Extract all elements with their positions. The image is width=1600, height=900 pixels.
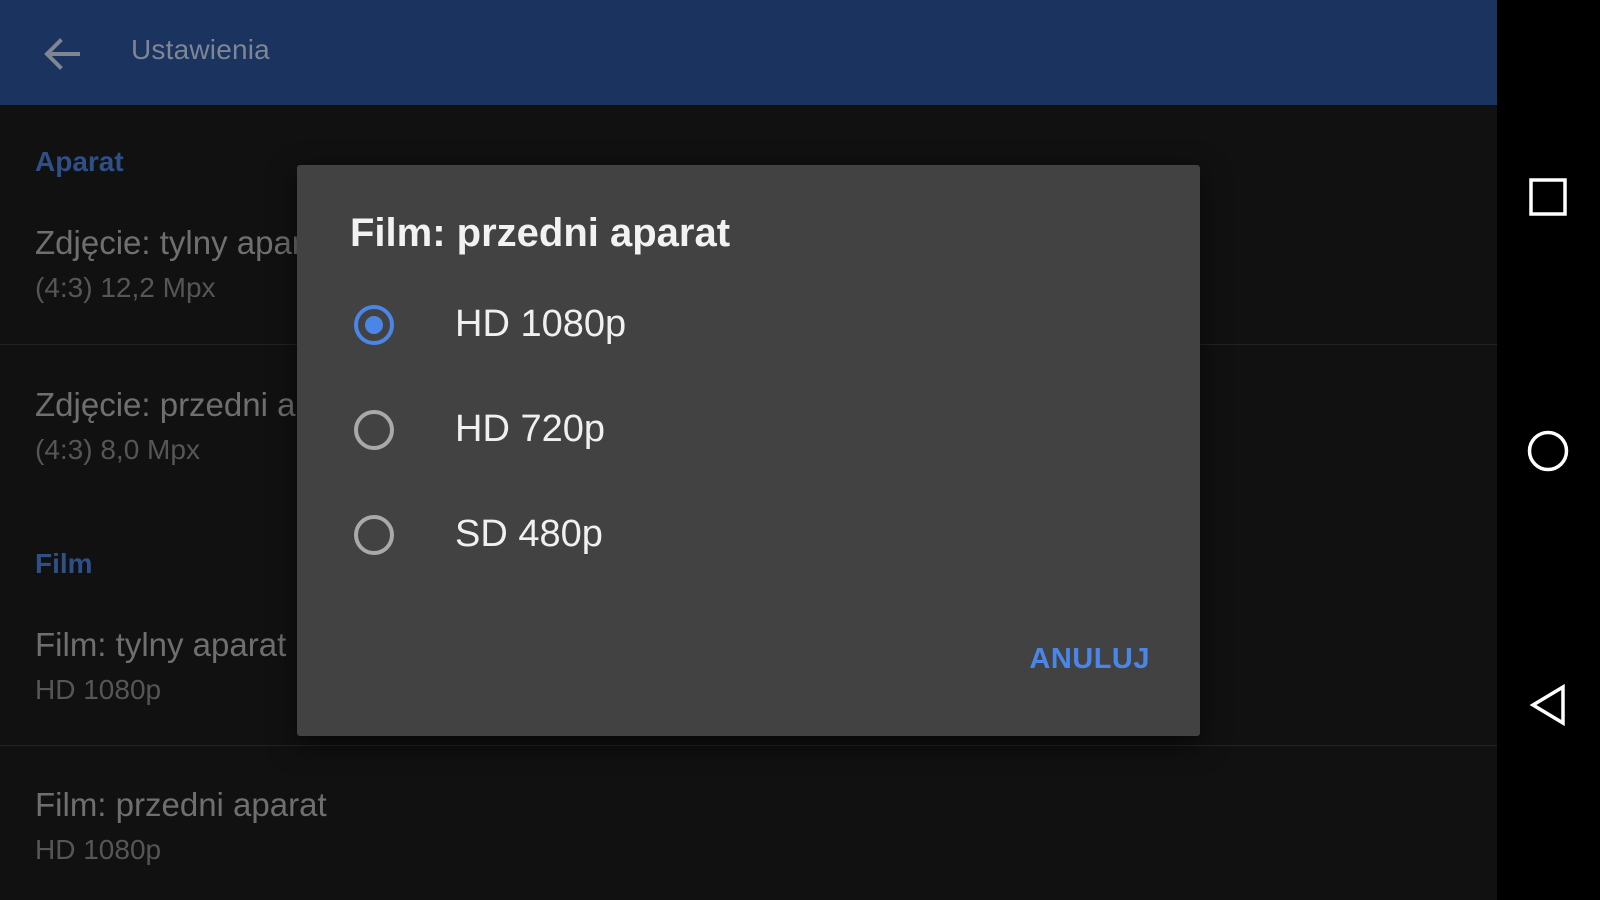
radio-checked-icon[interactable] [354,305,394,345]
section-header-film: Film [35,548,93,579]
page-title: Ustawienia [131,34,270,65]
pref-video-front-camera[interactable]: Film: przedni aparat HD 1080p [0,746,1497,900]
dialog-title: Film: przedni aparat [350,211,731,255]
option-label: HD 720p [455,408,605,450]
resolution-dialog: Film: przedni aparat HD 1080p HD 720p SD 4… [297,165,1200,736]
pref-summary: HD 1080p [35,674,162,705]
pref-summary: (4:3) 12,2 Mpx [35,272,216,303]
cancel-button[interactable]: ANULUJ [1029,643,1150,676]
settings-screen: Ustawienia Aparat Zdjęcie: tylny aparat … [0,0,1497,900]
radio-unchecked-icon[interactable] [354,515,394,555]
app-bar: Ustawienia [0,0,1497,105]
system-nav-bar [1497,0,1600,900]
radio-dot [365,316,383,334]
option-label: HD 1080p [455,303,627,345]
pref-title: Film: tylny aparat [35,626,287,663]
option-hd-1080p[interactable]: HD 1080p [297,277,1200,377]
home-circle-icon [1527,430,1569,472]
radio-unchecked-icon[interactable] [354,410,394,450]
pref-title: Film: przedni aparat [35,786,327,823]
option-hd-720p[interactable]: HD 720p [297,382,1200,482]
option-label: SD 480p [455,513,603,555]
back-button[interactable] [34,28,90,80]
recents-square-icon [1529,178,1567,216]
home-button[interactable] [1517,420,1579,482]
pref-summary: HD 1080p [35,834,162,865]
back-triangle-icon [1529,683,1565,727]
section-header-aparat: Aparat [35,146,124,177]
recents-button[interactable] [1517,166,1579,228]
pref-summary: (4:3) 8,0 Mpx [35,434,200,465]
pref-title: Zdjęcie: tylny aparat [35,224,331,261]
arrow-left-icon [44,38,80,70]
option-sd-480p[interactable]: SD 480p [297,487,1200,587]
back-nav-button[interactable] [1517,674,1579,736]
